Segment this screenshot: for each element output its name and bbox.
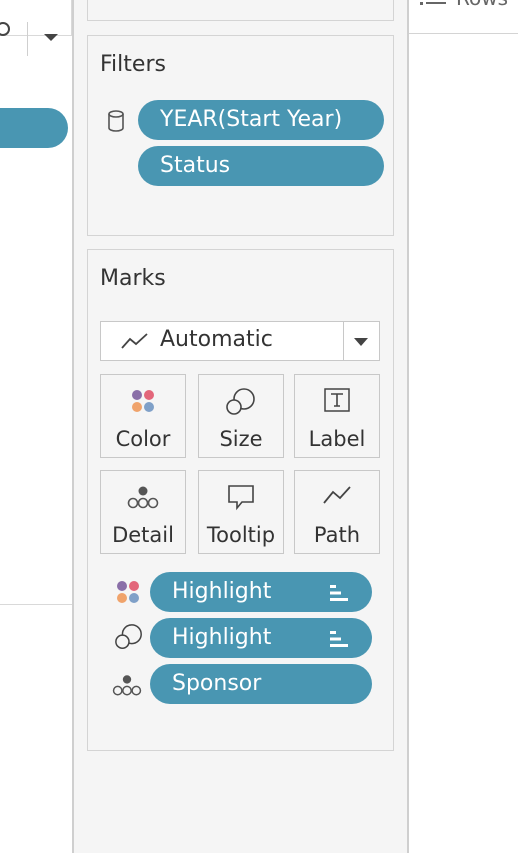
label-button-label: Label — [308, 427, 366, 451]
chevron-down-icon[interactable] — [44, 34, 58, 41]
line-chart-icon — [121, 333, 148, 349]
chevron-down-icon[interactable] — [354, 338, 368, 346]
size-button[interactable]: Size — [198, 374, 284, 458]
color-button-label: Color — [115, 427, 171, 451]
sort-ascending-icon — [330, 631, 348, 647]
text-label-icon — [324, 388, 350, 412]
pages-card — [87, 0, 394, 21]
data-pane-field-pill[interactable] — [0, 108, 68, 148]
detail-dots-icon — [127, 486, 159, 509]
database-icon — [108, 110, 124, 132]
pill-label: Highlight — [172, 625, 272, 650]
filters-title: Filters — [100, 52, 166, 77]
mark-type-label: Automatic — [160, 327, 273, 352]
tooltip-icon — [228, 485, 254, 511]
color-dots-icon — [117, 581, 139, 603]
marks-title: Marks — [100, 266, 166, 291]
detail-button[interactable]: Detail — [100, 470, 186, 554]
filter-pill-status[interactable]: Status — [138, 146, 384, 186]
rows-shelf-label: Rows — [456, 0, 508, 10]
tooltip-button[interactable]: Tooltip — [198, 470, 284, 554]
marks-pill-detail-sponsor[interactable]: Sponsor — [150, 664, 372, 704]
label-button[interactable]: Label — [294, 374, 380, 458]
tooltip-button-label: Tooltip — [206, 523, 276, 547]
data-pane-divider — [0, 604, 73, 605]
sort-ascending-icon — [330, 585, 348, 601]
dropdown-separator — [343, 322, 344, 360]
view-canvas — [409, 0, 518, 853]
path-line-icon — [323, 486, 351, 504]
filter-pill-year[interactable]: YEAR(Start Year) — [138, 100, 384, 140]
color-dots-icon — [132, 390, 154, 412]
detail-button-label: Detail — [112, 523, 174, 547]
detail-dots-icon — [112, 675, 142, 696]
pill-label: Highlight — [172, 579, 272, 604]
left-toolbar-box — [0, 0, 72, 36]
path-button-label: Path — [313, 523, 361, 547]
toolbar-separator — [27, 22, 28, 56]
pill-label: Sponsor — [172, 671, 262, 696]
marks-pill-color-highlight[interactable]: Highlight — [150, 572, 372, 612]
size-circles-icon — [226, 388, 255, 415]
path-button[interactable]: Path — [294, 470, 380, 554]
color-button[interactable]: Color — [100, 374, 186, 458]
marks-pill-size-highlight[interactable]: Highlight — [150, 618, 372, 658]
rows-icon — [420, 2, 446, 5]
size-button-label: Size — [219, 427, 263, 451]
size-circles-icon — [115, 624, 142, 649]
